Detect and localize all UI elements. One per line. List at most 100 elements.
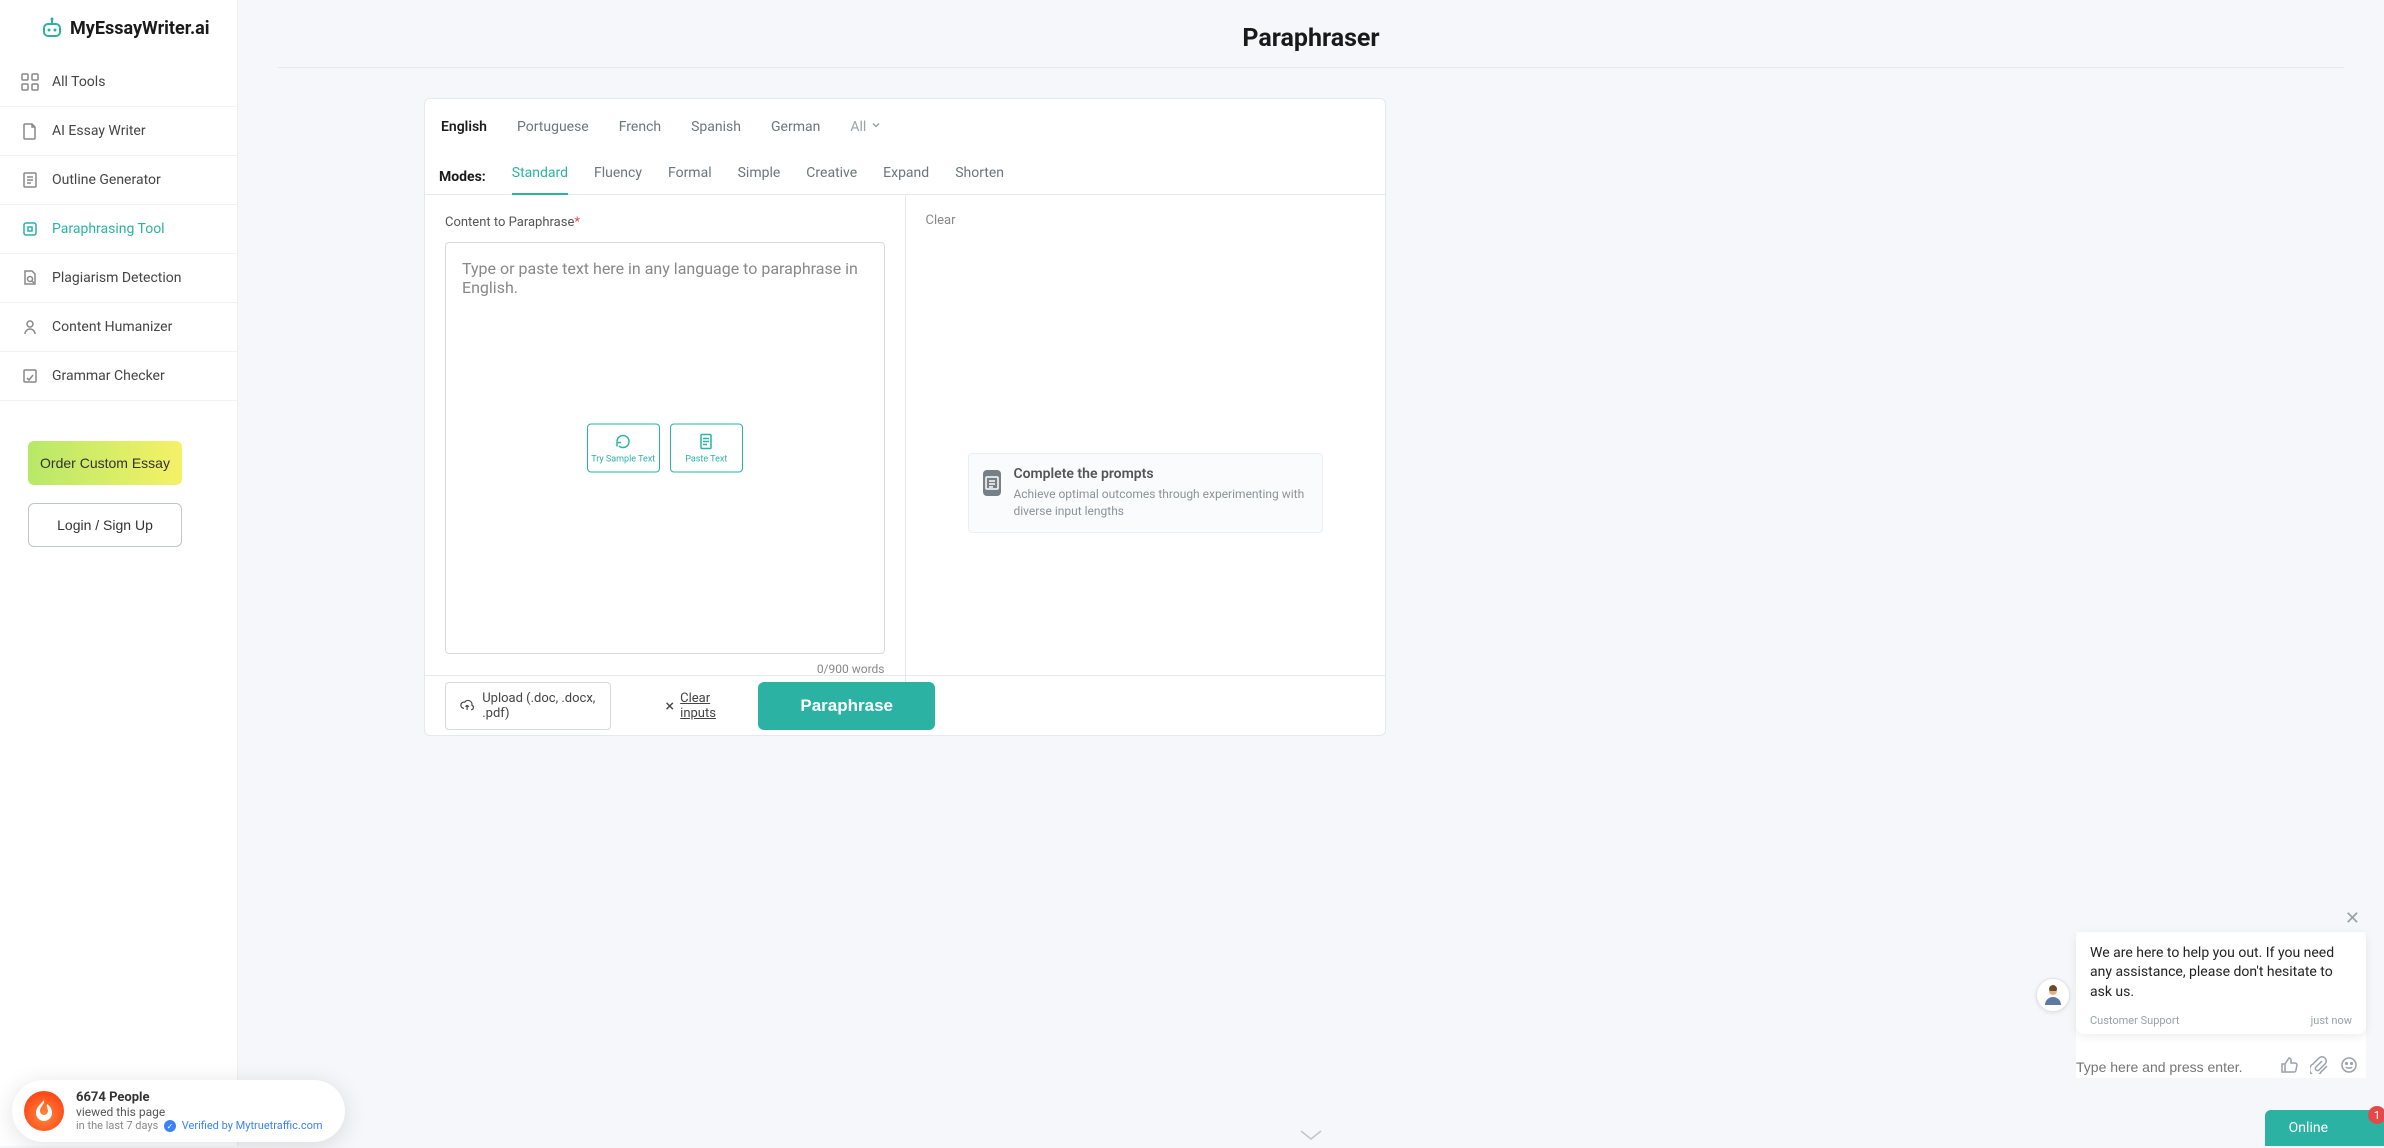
clear-output-link[interactable]: Clear <box>926 213 956 228</box>
sidebar-item-grammar-checker[interactable]: Grammar Checker <box>0 352 237 401</box>
chat-input[interactable] <box>2076 1059 2262 1075</box>
paste-text-label: Paste Text <box>685 454 727 464</box>
grid-icon <box>20 72 40 92</box>
upload-button[interactable]: Upload (.doc, .docx, .pdf) <box>445 682 611 730</box>
try-sample-text-button[interactable]: Try Sample Text <box>587 424 660 473</box>
content-label-text: Content to Paraphrase <box>445 215 574 230</box>
search-doc-icon <box>20 268 40 288</box>
refresh-icon <box>20 219 40 239</box>
traffic-popup[interactable]: 6674 People viewed this page in the last… <box>12 1080 345 1143</box>
sidebar-item-content-humanizer[interactable]: Content Humanizer <box>0 303 237 352</box>
content-area: Content to Paraphrase* Type or paste tex… <box>425 194 1385 684</box>
action-bar: Upload (.doc, .docx, .pdf) Clear inputs … <box>425 675 1385 735</box>
paste-text-button[interactable]: Paste Text <box>670 424 743 473</box>
modes-label: Modes: <box>439 169 486 185</box>
chat-from: Customer Support <box>2090 1013 2179 1028</box>
sidebar-item-paraphrasing-tool[interactable]: Paraphrasing Tool <box>0 205 237 254</box>
traffic-verified-link[interactable]: Verified by Mytruetraffic.com <box>182 1119 323 1132</box>
mode-tab-expand[interactable]: Expand <box>883 159 929 195</box>
language-tabs: English Portuguese French Spanish German… <box>425 115 1385 149</box>
brand-name: MyEssayWriter.ai <box>70 18 210 39</box>
input-side: Content to Paraphrase* Type or paste tex… <box>425 195 906 684</box>
chat-status-tab[interactable]: Online 1 <box>2265 1110 2384 1146</box>
sidebar-item-label: Grammar Checker <box>52 368 165 384</box>
chat-message-text: We are here to help you out. If you need… <box>2090 944 2352 1003</box>
lang-tab-german[interactable]: German <box>771 115 820 143</box>
try-sample-label: Try Sample Text <box>591 454 655 464</box>
chevron-down-icon[interactable] <box>1297 1124 1325 1148</box>
chat-widget: ✕ We are here to help you out. If you ne… <box>2076 932 2366 1078</box>
notification-badge: 1 <box>2368 1106 2384 1124</box>
sidebar-item-all-tools[interactable]: All Tools <box>0 58 237 107</box>
required-mark: * <box>574 215 580 230</box>
mode-row: Modes: Standard Fluency Formal Simple Cr… <box>425 149 1385 195</box>
lang-tab-portuguese[interactable]: Portuguese <box>517 115 589 143</box>
thumbs-up-icon[interactable] <box>2280 1059 2302 1078</box>
chat-message-bubble: We are here to help you out. If you need… <box>2076 932 2366 1034</box>
lang-tab-english[interactable]: English <box>441 115 487 143</box>
main-content: Paraphraser English Portuguese French Sp… <box>238 0 2384 1146</box>
lang-tab-all[interactable]: All <box>850 115 882 143</box>
clear-inputs-label: Clear inputs <box>680 691 734 721</box>
paraphrase-button[interactable]: Paraphrase <box>758 682 935 730</box>
traffic-line3: in the last 7 days <box>76 1119 158 1132</box>
robot-icon <box>40 16 64 40</box>
traffic-count: 6674 People <box>76 1090 323 1105</box>
lang-all-label: All <box>850 119 866 135</box>
paraphrase-panel: English Portuguese French Spanish German… <box>424 98 1386 736</box>
checklist-icon <box>983 470 1002 496</box>
mode-tab-standard[interactable]: Standard <box>512 159 568 195</box>
humanize-icon <box>20 317 40 337</box>
order-custom-essay-button[interactable]: Order Custom Essay <box>28 441 182 485</box>
sidebar-item-plagiarism-detection[interactable]: Plagiarism Detection <box>0 254 237 303</box>
person-icon <box>2041 983 2065 1007</box>
sidebar-item-label: Content Humanizer <box>52 319 172 335</box>
helper-buttons: Try Sample Text Paste Text <box>587 424 743 473</box>
chat-close-button[interactable]: ✕ <box>2345 908 2360 929</box>
check-badge-icon: ✓ <box>164 1120 176 1132</box>
chat-input-row <box>2076 1042 2366 1078</box>
mode-tab-simple[interactable]: Simple <box>738 159 781 195</box>
tip-card: Complete the prompts Achieve optimal out… <box>968 453 1324 533</box>
emoji-icon[interactable] <box>2340 1059 2358 1078</box>
avatar <box>2036 978 2070 1012</box>
traffic-verified: in the last 7 days ✓ Verified by Mytruet… <box>76 1119 323 1133</box>
mode-tab-shorten[interactable]: Shorten <box>955 159 1004 195</box>
tip-desc: Achieve optimal outcomes through experim… <box>1013 486 1308 520</box>
word-count: 0/900 words <box>445 662 885 676</box>
textarea-placeholder: Type or paste text here in any language … <box>462 259 858 297</box>
sidebar-item-label: Outline Generator <box>52 172 161 188</box>
lang-tab-french[interactable]: French <box>619 115 661 143</box>
chat-status-label: Online <box>2289 1120 2328 1136</box>
tip-text: Complete the prompts Achieve optimal out… <box>1013 466 1308 520</box>
clear-inputs-link[interactable]: Clear inputs <box>665 691 735 721</box>
lang-tab-spanish[interactable]: Spanish <box>691 115 741 143</box>
sidebar: MyEssayWriter.ai All Tools AI Essay Writ… <box>0 0 238 1146</box>
sidebar-item-label: Plagiarism Detection <box>52 270 182 286</box>
upload-label: Upload (.doc, .docx, .pdf) <box>482 691 596 721</box>
paraphrase-textarea[interactable]: Type or paste text here in any language … <box>445 242 885 654</box>
content-label: Content to Paraphrase* <box>445 215 885 230</box>
cloud-upload-icon <box>460 697 474 715</box>
traffic-line2: viewed this page <box>76 1105 323 1119</box>
chat-time: just now <box>2311 1013 2352 1028</box>
doc-icon <box>20 121 40 141</box>
chevron-down-icon <box>870 119 882 135</box>
attachment-icon[interactable] <box>2310 1059 2332 1078</box>
paste-icon <box>698 432 714 450</box>
grammar-icon <box>20 366 40 386</box>
chat-action-icons <box>2272 1056 2358 1078</box>
mode-tab-fluency[interactable]: Fluency <box>594 159 642 195</box>
close-icon <box>665 700 674 712</box>
sidebar-item-ai-essay-writer[interactable]: AI Essay Writer <box>0 107 237 156</box>
brand-logo[interactable]: MyEssayWriter.ai <box>0 16 237 58</box>
login-signup-button[interactable]: Login / Sign Up <box>28 503 182 547</box>
page-title: Paraphraser <box>278 0 2344 68</box>
sidebar-item-label: AI Essay Writer <box>52 123 146 139</box>
mode-tab-creative[interactable]: Creative <box>806 159 857 195</box>
mode-tab-formal[interactable]: Formal <box>668 159 712 195</box>
outline-icon <box>20 170 40 190</box>
traffic-text: 6674 People viewed this page in the last… <box>76 1090 323 1133</box>
output-side: Clear Complete the prompts Achieve optim… <box>906 195 1386 684</box>
sidebar-item-outline-generator[interactable]: Outline Generator <box>0 156 237 205</box>
